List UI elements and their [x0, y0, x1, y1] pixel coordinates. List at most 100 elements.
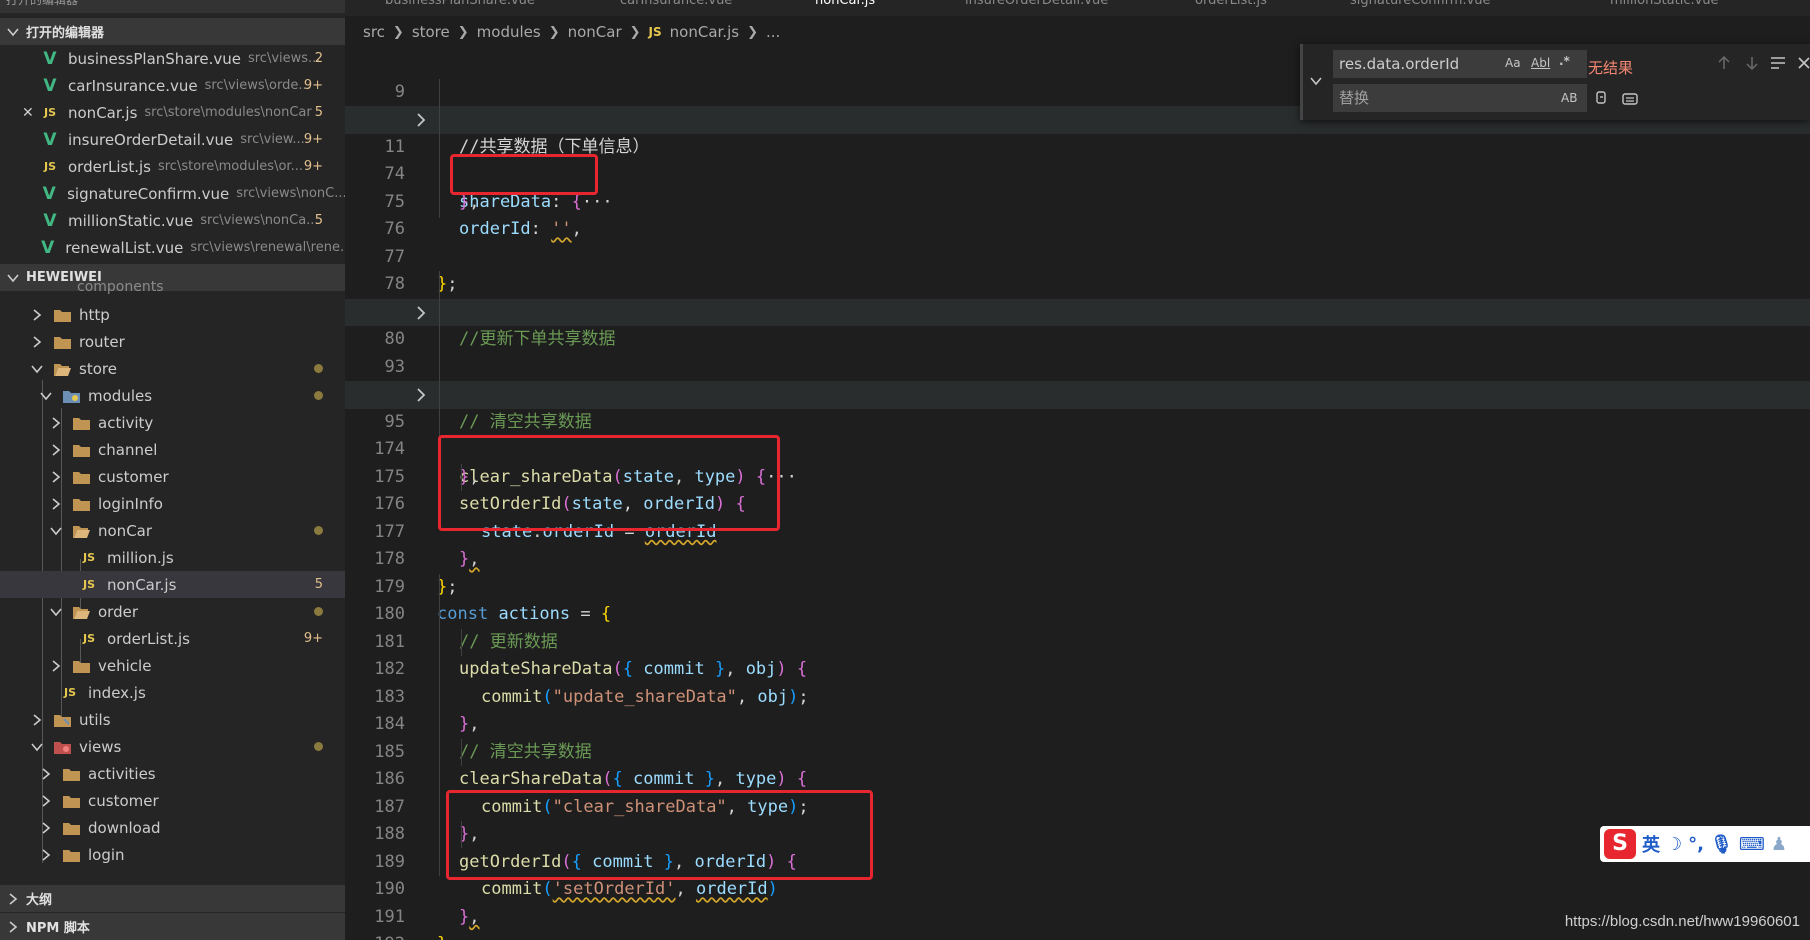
open-editor-filename: orderList.js [68, 157, 151, 176]
tree-item-label: index.js [88, 683, 146, 702]
tree-folder-open[interactable]: order [0, 598, 345, 625]
tree-file[interactable]: JS index.js [0, 679, 345, 706]
code-line: 191 }; [345, 876, 1810, 940]
folder-icon [73, 416, 90, 430]
fold-chevron-icon[interactable] [413, 112, 429, 128]
editor-tab[interactable]: signatureConfirm.vue [1350, 0, 1491, 16]
editor-tab[interactable]: carInsurance.vue [620, 0, 732, 16]
tree-item-label: utils [79, 710, 111, 729]
tree-folder[interactable]: utils [0, 706, 345, 733]
breadcrumb-item[interactable]: src [363, 23, 385, 41]
fold-chevron-icon[interactable] [413, 387, 429, 403]
sogou-logo-icon: S [1604, 829, 1636, 859]
user-icon[interactable]: ♟ [1771, 834, 1787, 855]
breadcrumb-item[interactable]: store [412, 23, 450, 41]
chevron-right-icon [49, 497, 63, 511]
open-editor-filename: insureOrderDetail.vue [68, 130, 234, 149]
tree-folder-open[interactable]: store [0, 355, 345, 382]
replace-icon[interactable] [1593, 89, 1611, 107]
tree-folder[interactable]: http [0, 301, 345, 328]
code-line: 179 const actions = { [345, 546, 1810, 625]
keyboard-icon[interactable]: ⌨ [1739, 834, 1765, 855]
open-editor-item[interactable]: V carInsurance.vue src\views\orde... 9+ [0, 72, 345, 99]
punctuation-icon[interactable]: °, [1688, 834, 1704, 855]
ime-toolbar[interactable]: S 英 ☽ °, 🎙 ⌨ ♟ [1600, 826, 1810, 862]
chevron-down-icon [49, 524, 63, 538]
tree-folder[interactable]: activity [0, 409, 345, 436]
tree-folder[interactable]: login [0, 841, 345, 868]
editor-tab[interactable]: orderList.js [1195, 0, 1267, 16]
open-editor-path: src\views\renewal\rene... [190, 240, 345, 255]
regex-toggle[interactable]: .* [1559, 54, 1570, 68]
tree-folder[interactable]: router [0, 328, 345, 355]
code-line: 185 clearShareData({ commit }, type) { [345, 711, 1810, 790]
problem-count: 5 [314, 577, 323, 592]
open-editor-item[interactable]: JS orderList.js src\store\modules\or... … [0, 153, 345, 180]
half-width-moon-icon[interactable]: ☽ [1666, 834, 1682, 855]
tree-folder[interactable]: channel [0, 436, 345, 463]
views-folder-icon [54, 740, 71, 754]
find-in-selection-icon[interactable] [1769, 54, 1787, 72]
editor-tab-active[interactable]: nonCar.js [815, 0, 875, 16]
open-editor-item[interactable]: V renewalList.vue src\views\renewal\rene… [0, 234, 345, 261]
tree-folder[interactable]: download [0, 814, 345, 841]
code-text: }; [437, 931, 458, 940]
open-editor-item[interactable]: V millionStatic.vue src\views\nonCa... 5 [0, 207, 345, 234]
open-editor-filename: signatureConfirm.vue [67, 184, 230, 203]
tree-file[interactable]: JS orderList.js 9+ [0, 625, 345, 652]
breadcrumb-item[interactable]: modules [477, 23, 541, 41]
open-editors-header[interactable]: 打开的编辑器 [0, 18, 345, 45]
tree-folder-open[interactable]: modules [0, 382, 345, 409]
tree-folder[interactable]: loginInfo [0, 490, 345, 517]
tree-folder[interactable]: customer [0, 463, 345, 490]
tree-item-label: orderList.js [107, 629, 190, 648]
npm-scripts-header[interactable]: NPM 脚本 [0, 913, 345, 940]
tree-file[interactable]: JS million.js [0, 544, 345, 571]
code-line: 78 const mutations = { [345, 244, 1810, 322]
line-number: 192 [345, 931, 405, 940]
open-editor-item[interactable]: V signatureConfirm.vue src\views\nonC... [0, 180, 345, 207]
chevron-down-icon [49, 605, 63, 619]
outline-header[interactable]: 大纲 [0, 885, 345, 912]
fold-chevron-icon[interactable] [413, 305, 429, 321]
utils-folder-icon [54, 713, 71, 727]
chevron-down-icon[interactable] [1307, 72, 1325, 90]
replace-all-icon[interactable] [1621, 89, 1639, 107]
tree-folder-open[interactable]: views [0, 733, 345, 760]
replace-input[interactable]: 替换 [1333, 84, 1587, 112]
microphone-icon[interactable]: 🎙 [1710, 834, 1733, 855]
tree-item-label: download [88, 818, 161, 837]
preserve-case-toggle[interactable]: AB [1561, 91, 1577, 105]
tree-item-label: order [98, 602, 138, 621]
editor-tab[interactable]: businessPlanShare.vue [385, 0, 535, 16]
open-editor-item-active[interactable]: ✕ JS nonCar.js src\store\modules\nonCar … [0, 99, 345, 126]
editor-tab[interactable]: insureOrderDetail.vue [965, 0, 1108, 16]
tree-folder[interactable]: vehicle [0, 652, 345, 679]
arrow-down-icon[interactable] [1743, 54, 1761, 72]
tree-file-selected[interactable]: JS nonCar.js 5 [0, 571, 345, 598]
tree-item-cut[interactable]: components [0, 280, 345, 294]
breadcrumb-item[interactable]: nonCar.js [670, 23, 739, 41]
indent-guide [461, 629, 462, 656]
tree-folder[interactable]: activities [0, 760, 345, 787]
js-file-icon: JS [43, 160, 56, 173]
open-editor-item[interactable]: V insureOrderDetail.vue src\view... 9+ [0, 126, 345, 153]
whole-word-toggle[interactable]: Abl [1531, 56, 1550, 70]
tree-folder[interactable]: customer [0, 787, 345, 814]
annotation-box [450, 154, 598, 195]
folder-open-icon [54, 362, 71, 376]
tree-item-label: activities [88, 764, 156, 783]
editor-tab[interactable]: millionStatic.vue [1610, 0, 1719, 16]
ime-language-label[interactable]: 英 [1642, 831, 1660, 857]
modified-dot [314, 742, 323, 751]
close-icon[interactable] [1795, 54, 1810, 72]
close-icon[interactable]: ✕ [22, 105, 36, 121]
breadcrumb-item[interactable]: ... [766, 23, 780, 41]
arrow-up-icon[interactable] [1715, 54, 1733, 72]
breadcrumb-item[interactable]: nonCar [568, 23, 622, 41]
tree-folder-open[interactable]: nonCar [0, 517, 345, 544]
open-editor-item[interactable]: V businessPlanShare.vue src\views... 2 [0, 45, 345, 72]
match-case-toggle[interactable]: Aa [1505, 56, 1521, 70]
code-editor[interactable]: 9 const state = { 10 //共享数据（下单信息） 11 sha… [345, 48, 1810, 940]
open-editor-path: src\views\nonCa... [200, 213, 319, 228]
